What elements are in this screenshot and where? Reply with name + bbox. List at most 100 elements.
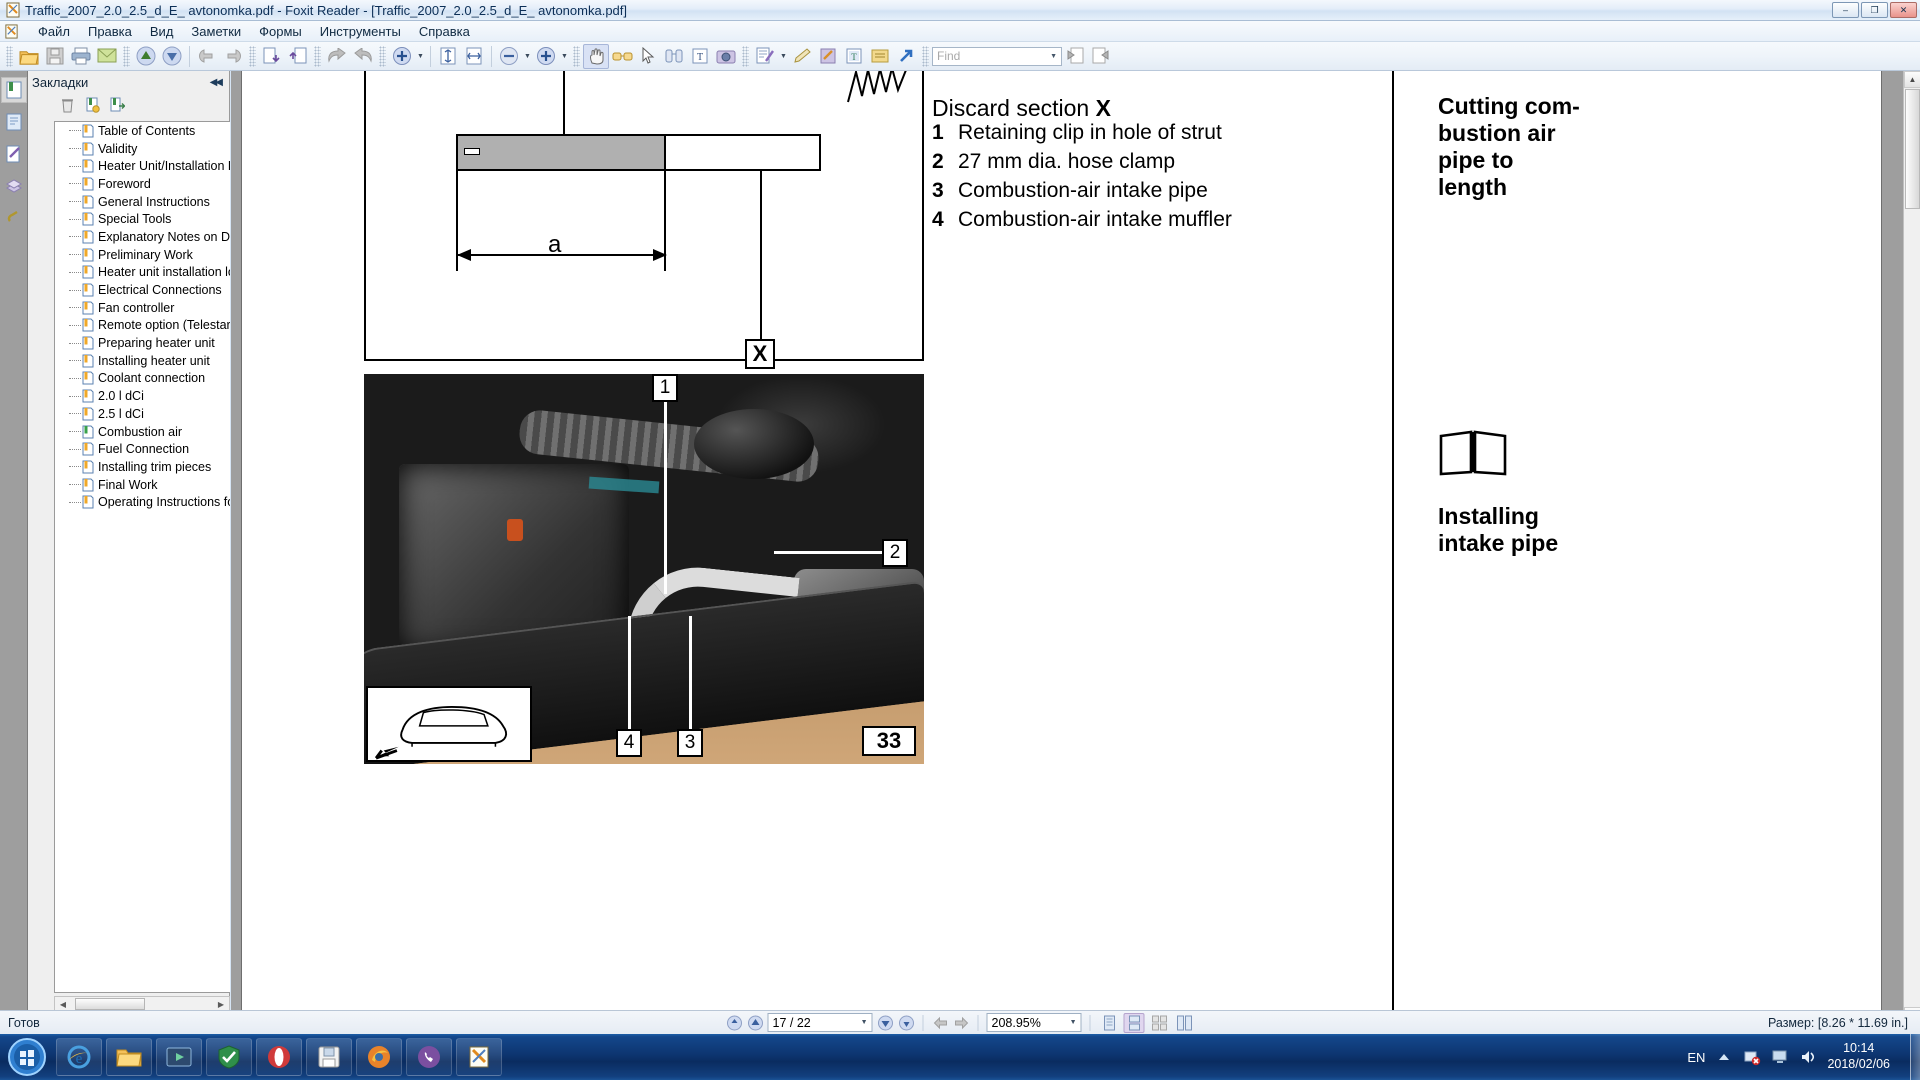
menu-item-tools[interactable]: Инструменты xyxy=(311,22,410,41)
volume-icon[interactable] xyxy=(1799,1048,1817,1066)
single-page-view-icon[interactable] xyxy=(1099,1013,1120,1033)
show-hidden-icons-icon[interactable] xyxy=(1715,1048,1733,1066)
undo-icon[interactable] xyxy=(324,44,350,69)
toolbar-grip-8[interactable] xyxy=(922,45,929,67)
bookmark-item[interactable]: General Instructions xyxy=(55,193,230,211)
email-icon[interactable] xyxy=(94,44,120,69)
close-button[interactable]: ✕ xyxy=(1890,2,1917,18)
clock[interactable]: 10:14 2018/02/06 xyxy=(1827,1041,1890,1072)
minimize-button[interactable]: – xyxy=(1832,2,1859,18)
continuous-view-icon[interactable] xyxy=(1123,1012,1145,1033)
facing-pages-view-icon[interactable] xyxy=(1149,1013,1170,1033)
reading-glasses-icon[interactable] xyxy=(609,44,635,69)
bookmark-item[interactable]: 2.0 l dCi xyxy=(55,387,230,405)
network-error-icon[interactable] xyxy=(1743,1048,1761,1066)
find-input[interactable]: Find ▼ xyxy=(932,46,1062,66)
menu-item-file[interactable]: Файл xyxy=(29,22,79,41)
menu-item-comments[interactable]: Заметки xyxy=(182,22,250,41)
next-view-icon[interactable] xyxy=(220,44,246,69)
bookmark-item[interactable]: Combustion air xyxy=(55,423,230,441)
scroll-down-icon[interactable] xyxy=(159,44,185,69)
layers-panel-icon[interactable] xyxy=(1,173,27,199)
bookmark-item[interactable]: Installing heater unit xyxy=(55,352,230,370)
page-number-input[interactable]: 17 / 22 ▼ xyxy=(767,1013,873,1032)
windows-start-orb-icon[interactable] xyxy=(2,1036,52,1078)
bookmark-item[interactable]: Preliminary Work xyxy=(55,246,230,264)
go-next-page-icon[interactable] xyxy=(877,1014,894,1031)
toolbar-grip-6[interactable] xyxy=(573,45,580,67)
scroll-left-button[interactable]: ◀ xyxy=(55,997,71,1011)
bookmark-item[interactable]: Operating Instructions for xyxy=(55,493,230,511)
bookmark-item[interactable]: Explanatory Notes on Docu xyxy=(55,228,230,246)
scrollbar-thumb[interactable] xyxy=(75,998,145,1010)
zoom-in-caret[interactable]: ▼ xyxy=(559,44,570,69)
show-desktop-button[interactable] xyxy=(1910,1034,1920,1080)
bookmark-item[interactable]: Fan controller xyxy=(55,299,230,317)
typewriter-caret[interactable]: ▼ xyxy=(778,44,789,69)
go-previous-page-icon[interactable] xyxy=(747,1014,764,1031)
back-arrow-icon[interactable] xyxy=(932,1014,949,1031)
go-first-page-icon[interactable] xyxy=(726,1014,743,1031)
typewriter-icon[interactable] xyxy=(752,44,778,69)
bookmark-item[interactable]: Coolant connection xyxy=(55,370,230,388)
print-icon[interactable] xyxy=(68,44,94,69)
bookmarks-list[interactable]: Table of Contents Validity Heater Unit/Ins… xyxy=(54,121,230,993)
save-icon[interactable] xyxy=(42,44,68,69)
save-app-icon[interactable] xyxy=(306,1038,352,1076)
bookmark-item[interactable]: Final Work xyxy=(55,476,230,494)
link-arrow-icon[interactable] xyxy=(893,44,919,69)
bookmark-item[interactable]: Electrical Connections xyxy=(55,281,230,299)
comments-panel-icon[interactable] xyxy=(1,141,27,167)
text-box-icon[interactable]: T xyxy=(841,44,867,69)
document-view[interactable]: a X Discard section X 1 2 4 3 33 1 Retai… xyxy=(231,71,1905,1024)
goto-bookmark-icon[interactable] xyxy=(108,96,127,115)
zoom-in-tool-icon[interactable] xyxy=(389,44,415,69)
note-edit-icon[interactable] xyxy=(815,44,841,69)
page-dropdown-caret[interactable]: ▼ xyxy=(861,1019,868,1026)
delete-bookmark-icon[interactable] xyxy=(58,96,77,115)
language-indicator[interactable]: EN xyxy=(1687,1050,1705,1065)
bookmark-item[interactable]: Preparing heater unit xyxy=(55,334,230,352)
collapse-panel-button[interactable]: ◀◀ xyxy=(210,77,225,88)
highlight-pen-icon[interactable] xyxy=(789,44,815,69)
scroll-up-button[interactable]: ▲ xyxy=(1904,71,1920,88)
document-vertical-scrollbar[interactable]: ▲ ▼ xyxy=(1903,71,1920,1024)
find-previous-icon[interactable] xyxy=(1062,44,1088,69)
forward-arrow-icon[interactable] xyxy=(953,1014,970,1031)
scroll-up-icon[interactable] xyxy=(133,44,159,69)
fit-width-icon[interactable] xyxy=(461,44,487,69)
new-bookmark-icon[interactable] xyxy=(83,96,102,115)
bookmark-item[interactable]: Heater unit installation loca xyxy=(55,264,230,282)
previous-view-icon[interactable] xyxy=(194,44,220,69)
find-dropdown-caret[interactable]: ▼ xyxy=(1050,53,1057,60)
menu-item-forms[interactable]: Формы xyxy=(250,22,311,41)
find-next-icon[interactable] xyxy=(1088,44,1114,69)
menu-item-help[interactable]: Справка xyxy=(410,22,479,41)
toolbar-grip-4[interactable] xyxy=(314,45,321,67)
last-page-icon[interactable] xyxy=(285,44,311,69)
go-last-page-icon[interactable] xyxy=(898,1014,915,1031)
snapshot-binoculars-icon[interactable] xyxy=(661,44,687,69)
fit-page-icon[interactable] xyxy=(435,44,461,69)
toolbar-grip-2[interactable] xyxy=(123,45,130,67)
antivirus-icon[interactable] xyxy=(206,1038,252,1076)
bookmark-item[interactable]: Installing trim pieces xyxy=(55,458,230,476)
sticky-note-icon[interactable] xyxy=(867,44,893,69)
zoom-out-caret[interactable]: ▼ xyxy=(522,44,533,69)
open-icon[interactable] xyxy=(16,44,42,69)
scroll-right-button[interactable]: ▶ xyxy=(213,997,229,1011)
zoom-dropdown-caret-status[interactable]: ▼ xyxy=(1070,1019,1077,1026)
bookmark-item[interactable]: Special Tools xyxy=(55,210,230,228)
media-player-icon[interactable] xyxy=(156,1038,202,1076)
internet-explorer-icon[interactable]: e xyxy=(56,1038,102,1076)
select-tool-icon[interactable] xyxy=(635,44,661,69)
hand-tool-icon[interactable] xyxy=(583,43,609,69)
zoom-dropdown-caret[interactable]: ▼ xyxy=(415,44,426,69)
zoom-in-icon[interactable] xyxy=(533,44,559,69)
zoom-out-icon[interactable] xyxy=(496,44,522,69)
bookmarks-panel-icon[interactable] xyxy=(0,77,27,103)
viber-icon[interactable] xyxy=(406,1038,452,1076)
bookmark-item[interactable]: 2.5 l dCi xyxy=(55,405,230,423)
firefox-icon[interactable] xyxy=(356,1038,402,1076)
attachments-panel-icon[interactable] xyxy=(1,205,27,231)
